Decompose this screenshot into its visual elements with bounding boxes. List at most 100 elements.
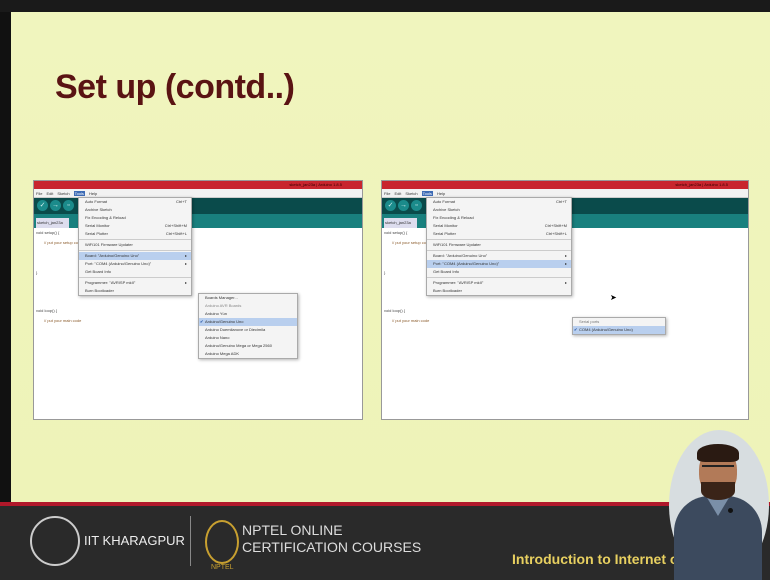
- menu-item-selected-board[interactable]: ✔ Arduino/Genuino Uno: [199, 318, 297, 326]
- menu-item-board[interactable]: Board: "Arduino/Genuino Uno" ▸: [79, 252, 191, 260]
- window-title: sketch_jan23a | Arduino 1.8.5: [675, 182, 728, 187]
- check-icon: ✔: [574, 327, 578, 332]
- chevron-right-icon: ▸: [184, 253, 187, 258]
- menu-item[interactable]: Archive Sketch: [79, 206, 191, 214]
- tools-menu: Auto Format Ctrl+T Archive Sketch Fix Enc…: [78, 197, 192, 296]
- top-black-bar: [0, 0, 770, 12]
- footer-divider: [190, 516, 191, 566]
- menu-item[interactable]: Serial Monitor Ctrl+Shift+M: [427, 222, 571, 230]
- nptel-logo-text: NPTEL: [211, 564, 234, 571]
- microphone-icon: [728, 508, 733, 513]
- chevron-right-icon: ▸: [564, 253, 567, 258]
- sketch-tab[interactable]: sketch_jan23a: [36, 218, 69, 228]
- menu-help[interactable]: Help: [437, 191, 445, 196]
- window-title: sketch_jan23a | Arduino 1.8.5: [289, 182, 342, 187]
- code-line: void setup() {: [384, 230, 408, 235]
- verify-icon[interactable]: ✓: [37, 200, 48, 211]
- footer-accent-line: [0, 502, 770, 506]
- upload-icon[interactable]: →: [398, 200, 409, 211]
- menu-item[interactable]: WiFi101 Firmware Updater: [79, 241, 191, 249]
- iit-kharagpur-logo-icon: [30, 516, 80, 566]
- menu-tools[interactable]: Tools: [73, 191, 85, 196]
- code-line: void loop() {: [384, 308, 406, 313]
- code-line: // put your setup code: [44, 240, 83, 245]
- menu-item[interactable]: Archive Sketch: [427, 206, 571, 214]
- port-submenu: Serial ports ✔ COM4 (Arduino/Genuino Uno): [572, 317, 666, 335]
- footer-bar: IIT KHARAGPUR NPTEL NPTEL ONLINE CERTIFI…: [0, 502, 770, 580]
- window-title-bar: sketch_jan23a | Arduino 1.8.5: [382, 181, 748, 189]
- menu-item[interactable]: Burn Bootloader: [427, 287, 571, 295]
- code-line: // put your main code: [44, 318, 82, 323]
- menu-edit[interactable]: Edit: [394, 191, 401, 196]
- menu-file[interactable]: File: [36, 191, 42, 196]
- menu-item[interactable]: Arduino/Genuino Mega or Mega 2560: [199, 342, 297, 350]
- menu-item[interactable]: Fix Encoding & Reload: [427, 214, 571, 222]
- menu-item[interactable]: Arduino Duemilanove or Diecimila: [199, 326, 297, 334]
- new-icon[interactable]: ▫: [411, 200, 422, 211]
- right-arduino-screenshot: sketch_jan23a | Arduino 1.8.5 File Edit Sk…: [381, 180, 749, 420]
- menu-item[interactable]: Arduino Mega ADK: [199, 350, 297, 358]
- menu-item-board[interactable]: Board: "Arduino/Genuino Uno" ▸: [427, 252, 571, 260]
- chevron-right-icon: ▸: [564, 261, 567, 266]
- check-icon: ✔: [200, 319, 204, 324]
- presenter-beard: [701, 482, 735, 500]
- menu-help[interactable]: Help: [89, 191, 97, 196]
- menu-sketch[interactable]: Sketch: [405, 191, 417, 196]
- menu-separator: [427, 250, 571, 251]
- menu-item[interactable]: Arduino Nano: [199, 334, 297, 342]
- menu-sketch[interactable]: Sketch: [57, 191, 69, 196]
- course-line-2: CERTIFICATION COURSES: [242, 539, 422, 555]
- menu-item-port[interactable]: Port: "COM4 (Arduino/Genuino Uno)" ▸: [427, 260, 571, 268]
- code-line: }: [36, 270, 38, 275]
- chevron-right-icon: ▸: [564, 280, 567, 285]
- menu-item[interactable]: WiFi101 Firmware Updater: [427, 241, 571, 249]
- code-line: // put your main code: [392, 318, 430, 323]
- code-line: }: [384, 270, 386, 275]
- menu-item[interactable]: Serial Monitor Ctrl+Shift+M: [79, 222, 191, 230]
- menu-item[interactable]: Auto Format Ctrl+T: [79, 198, 191, 206]
- menu-item-port[interactable]: Port: "COM4 (Arduino/Genuino Uno)" ▸: [79, 260, 191, 268]
- slide: Set up (contd..) sketch_jan23a | Arduino…: [11, 12, 770, 502]
- nptel-logo-icon: [205, 520, 239, 564]
- menu-separator: [79, 277, 191, 278]
- left-arduino-screenshot: sketch_jan23a | Arduino 1.8.5 File Edit Sk…: [33, 180, 363, 420]
- chevron-right-icon: ▸: [184, 261, 187, 266]
- course-line-1: NPTEL ONLINE: [242, 522, 343, 538]
- menu-item-selected-port[interactable]: ✔ COM4 (Arduino/Genuino Uno): [573, 326, 665, 334]
- code-line: void setup() {: [36, 230, 60, 235]
- mouse-cursor-icon: ➤: [610, 293, 617, 302]
- board-submenu: Boards Manager... Arduino AVR Boards Ard…: [198, 293, 298, 359]
- menu-item[interactable]: Fix Encoding & Reload: [79, 214, 191, 222]
- verify-icon[interactable]: ✓: [385, 200, 396, 211]
- menu-item: Arduino AVR Boards: [205, 303, 242, 308]
- new-icon[interactable]: ▫: [63, 200, 74, 211]
- menu-file[interactable]: File: [384, 191, 390, 196]
- code-line: // put your setup code: [392, 240, 431, 245]
- menu-item[interactable]: Programmer: "AVRISP mkII" ▸: [427, 279, 571, 287]
- menu-item[interactable]: Serial Plotter Ctrl+Shift+L: [427, 230, 571, 238]
- slide-title: Set up (contd..): [55, 68, 295, 106]
- menu-item[interactable]: Boards Manager...: [199, 294, 297, 302]
- institute-name: IIT KHARAGPUR: [84, 533, 185, 548]
- tools-menu: Auto Format Ctrl+T Archive Sketch Fix Enc…: [426, 197, 572, 296]
- menu-item: Serial ports: [579, 319, 600, 324]
- menu-item[interactable]: Get Board Info: [427, 268, 571, 276]
- menu-tools[interactable]: Tools: [421, 191, 433, 196]
- presenter-hair: [697, 444, 739, 462]
- upload-icon[interactable]: →: [50, 200, 61, 211]
- chevron-right-icon: ▸: [184, 280, 187, 285]
- presenter-video-overlay: [666, 430, 770, 580]
- code-line: void loop() {: [36, 308, 58, 313]
- menu-item[interactable]: Get Board Info: [79, 268, 191, 276]
- menu-item[interactable]: Arduino Yún: [199, 310, 297, 318]
- menu-item[interactable]: Programmer: "AVRISP mkII" ▸: [79, 279, 191, 287]
- menu-item[interactable]: Serial Plotter Ctrl+Shift+L: [79, 230, 191, 238]
- menu-item[interactable]: Auto Format Ctrl+T: [427, 198, 571, 206]
- menu-edit[interactable]: Edit: [46, 191, 53, 196]
- menu-separator: [79, 239, 191, 240]
- menu-separator: [427, 277, 571, 278]
- sketch-tab[interactable]: sketch_jan23a: [384, 218, 417, 228]
- menu-separator: [427, 239, 571, 240]
- presenter-glasses: [702, 465, 734, 473]
- menu-item[interactable]: Burn Bootloader: [79, 287, 191, 295]
